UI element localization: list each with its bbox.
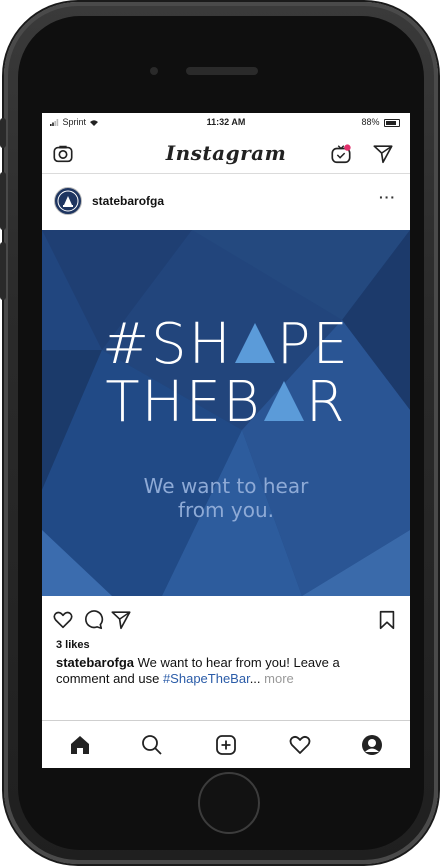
- share-icon[interactable]: [110, 609, 132, 631]
- caption-hashtag[interactable]: #ShapeTheBar: [163, 671, 250, 686]
- avatar[interactable]: [54, 187, 82, 215]
- mute-switch: [0, 118, 6, 148]
- new-post-icon[interactable]: [214, 733, 238, 757]
- headline-line-1-left: #SH: [102, 312, 233, 377]
- heart-icon[interactable]: [52, 609, 74, 631]
- instagram-logo: Instagram: [165, 141, 287, 165]
- headline-line-2-left: THEB: [105, 370, 262, 435]
- bookmark-icon[interactable]: [376, 609, 398, 631]
- home-button[interactable]: [198, 772, 260, 834]
- battery-percent: 88%: [361, 117, 380, 127]
- post-actions: [42, 605, 410, 635]
- volume-down-button: [0, 242, 6, 300]
- status-time: 11:32 AM: [206, 117, 246, 127]
- caption-ellipsis: ...: [249, 671, 261, 686]
- bottom-tab-bar: [42, 720, 410, 767]
- volume-up-button: [0, 172, 6, 230]
- headline-line-1-right: PE: [276, 312, 350, 377]
- phone-screen: Sprint 11:32 AM 88% Instagram statebarof…: [42, 113, 410, 768]
- post-header: statebarofga ···: [42, 181, 410, 221]
- headline-line-2: THEB R: [42, 370, 410, 435]
- igtv-icon[interactable]: [330, 143, 352, 165]
- headline-line-2-right: R: [305, 370, 347, 435]
- battery-indicator: 88%: [361, 117, 400, 127]
- status-bar: Sprint 11:32 AM 88%: [42, 113, 410, 131]
- direct-message-icon[interactable]: [372, 143, 394, 165]
- state-bar-seal-icon: [57, 190, 79, 212]
- battery-icon: [384, 118, 400, 127]
- caption-more-link[interactable]: more: [261, 671, 294, 686]
- app-header: Instagram: [42, 133, 410, 174]
- home-icon[interactable]: [68, 733, 92, 757]
- more-options-icon[interactable]: ···: [379, 189, 396, 205]
- profile-icon[interactable]: [360, 733, 384, 757]
- tagline-line-1: We want to hear: [143, 474, 309, 498]
- front-camera: [150, 67, 158, 75]
- search-icon[interactable]: [140, 733, 164, 757]
- post-caption: statebarofga We want to hear from you! L…: [56, 655, 396, 687]
- likes-count[interactable]: 3 likes: [56, 639, 90, 651]
- post-image[interactable]: #SH PE THEB R We want to hear from you.: [42, 230, 410, 596]
- headline-line-1: #SH PE: [42, 312, 410, 377]
- comment-icon[interactable]: [82, 609, 104, 631]
- triangle-a-icon: [263, 381, 304, 421]
- triangle-a-icon: [234, 323, 275, 363]
- tagline-line-2: from you.: [177, 498, 274, 522]
- earpiece-speaker: [186, 67, 258, 75]
- post-username[interactable]: statebarofga: [92, 194, 164, 208]
- caption-username[interactable]: statebarofga: [56, 655, 134, 670]
- activity-heart-icon[interactable]: [288, 733, 312, 757]
